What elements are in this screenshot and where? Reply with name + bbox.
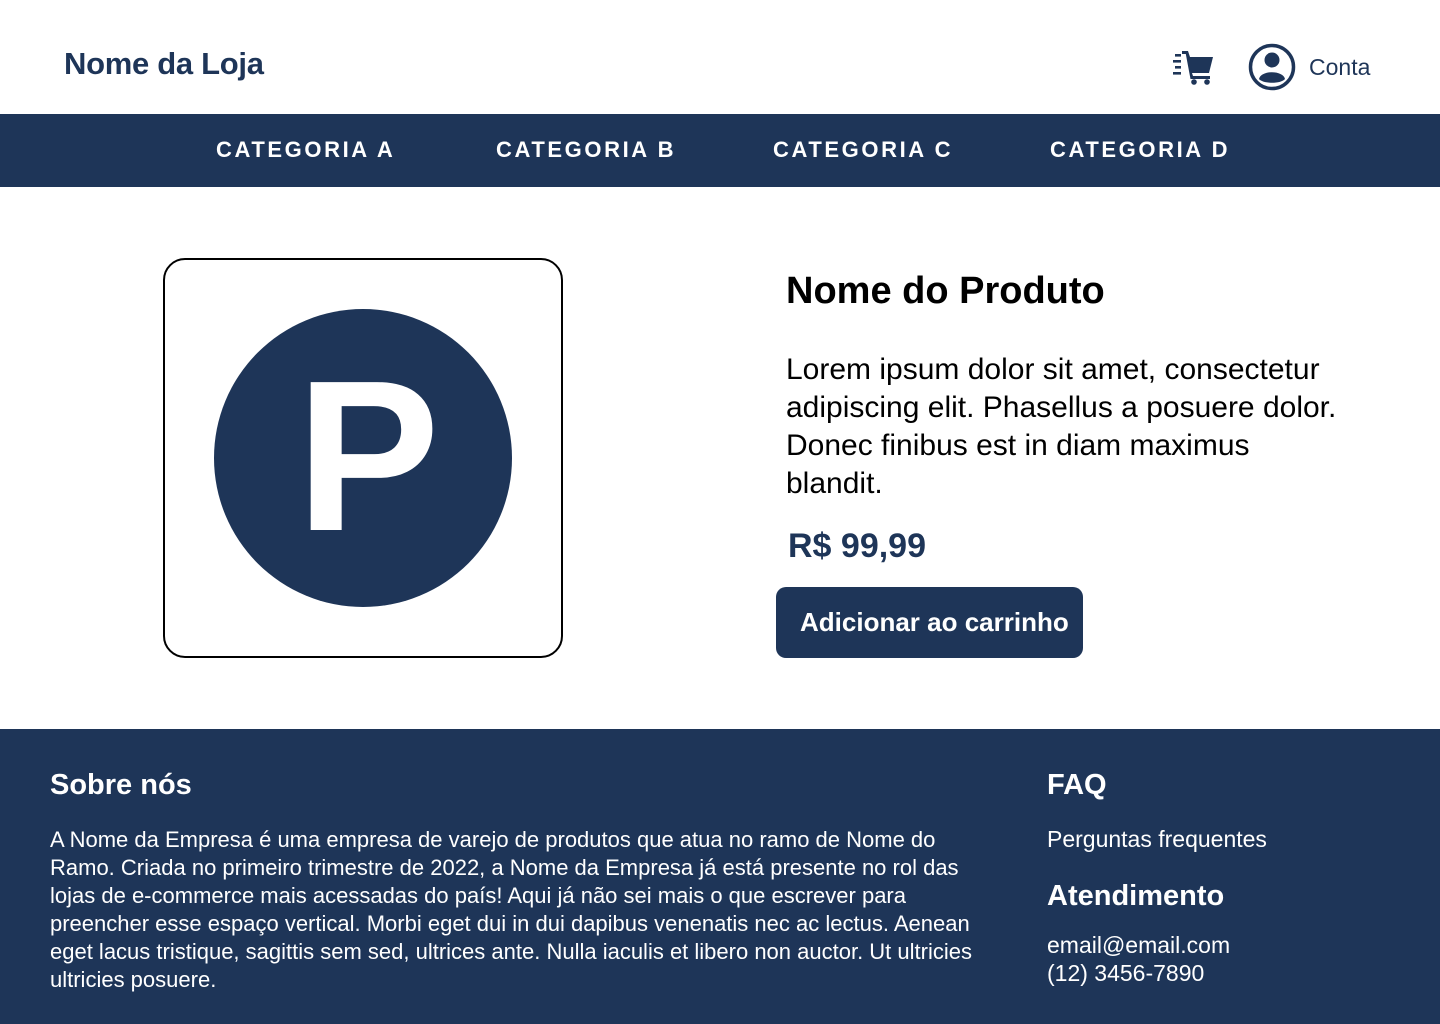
site-footer: Sobre nós A Nome da Empresa é uma empres… xyxy=(0,729,1440,1024)
product-title: Nome do Produto xyxy=(786,270,1105,312)
faq-heading: FAQ xyxy=(1047,769,1107,801)
nav-item-categoria-a[interactable]: CATEGORIA A xyxy=(216,137,395,163)
cart-icon xyxy=(1173,51,1213,85)
about-text: A Nome da Empresa é uma empresa de varej… xyxy=(50,827,972,992)
product-placeholder-letter: P xyxy=(296,335,439,576)
user-circle-icon xyxy=(1248,43,1296,91)
product-placeholder-icon: P xyxy=(214,309,512,607)
support-heading: Atendimento xyxy=(1047,880,1225,912)
store-name-logo[interactable]: Nome da Loja xyxy=(64,46,264,82)
product-price: R$ 99,99 xyxy=(788,527,926,565)
nav-item-categoria-c[interactable]: CATEGORIA C xyxy=(773,137,953,163)
product-image: P xyxy=(163,258,563,658)
account-button[interactable]: Conta xyxy=(1248,43,1370,91)
add-to-cart-button[interactable]: Adicionar ao carrinho xyxy=(776,587,1083,658)
about-heading: Sobre nós xyxy=(50,769,192,801)
support-phone[interactable]: (12) 3456-7890 xyxy=(1047,960,1204,987)
account-label: Conta xyxy=(1309,53,1371,80)
faq-link[interactable]: Perguntas frequentes xyxy=(1047,826,1267,853)
site-header: Nome da Loja Conta xyxy=(0,0,1440,114)
support-email[interactable]: email@email.com xyxy=(1047,932,1230,959)
category-nav: CATEGORIA A CATEGORIA B CATEGORIA C CATE… xyxy=(0,114,1440,187)
cart-button[interactable] xyxy=(1172,48,1216,86)
nav-item-categoria-b[interactable]: CATEGORIA B xyxy=(496,137,676,163)
nav-item-categoria-d[interactable]: CATEGORIA D xyxy=(1050,137,1230,163)
product-description: Lorem ipsum dolor sit amet, consectetur … xyxy=(786,353,1337,500)
